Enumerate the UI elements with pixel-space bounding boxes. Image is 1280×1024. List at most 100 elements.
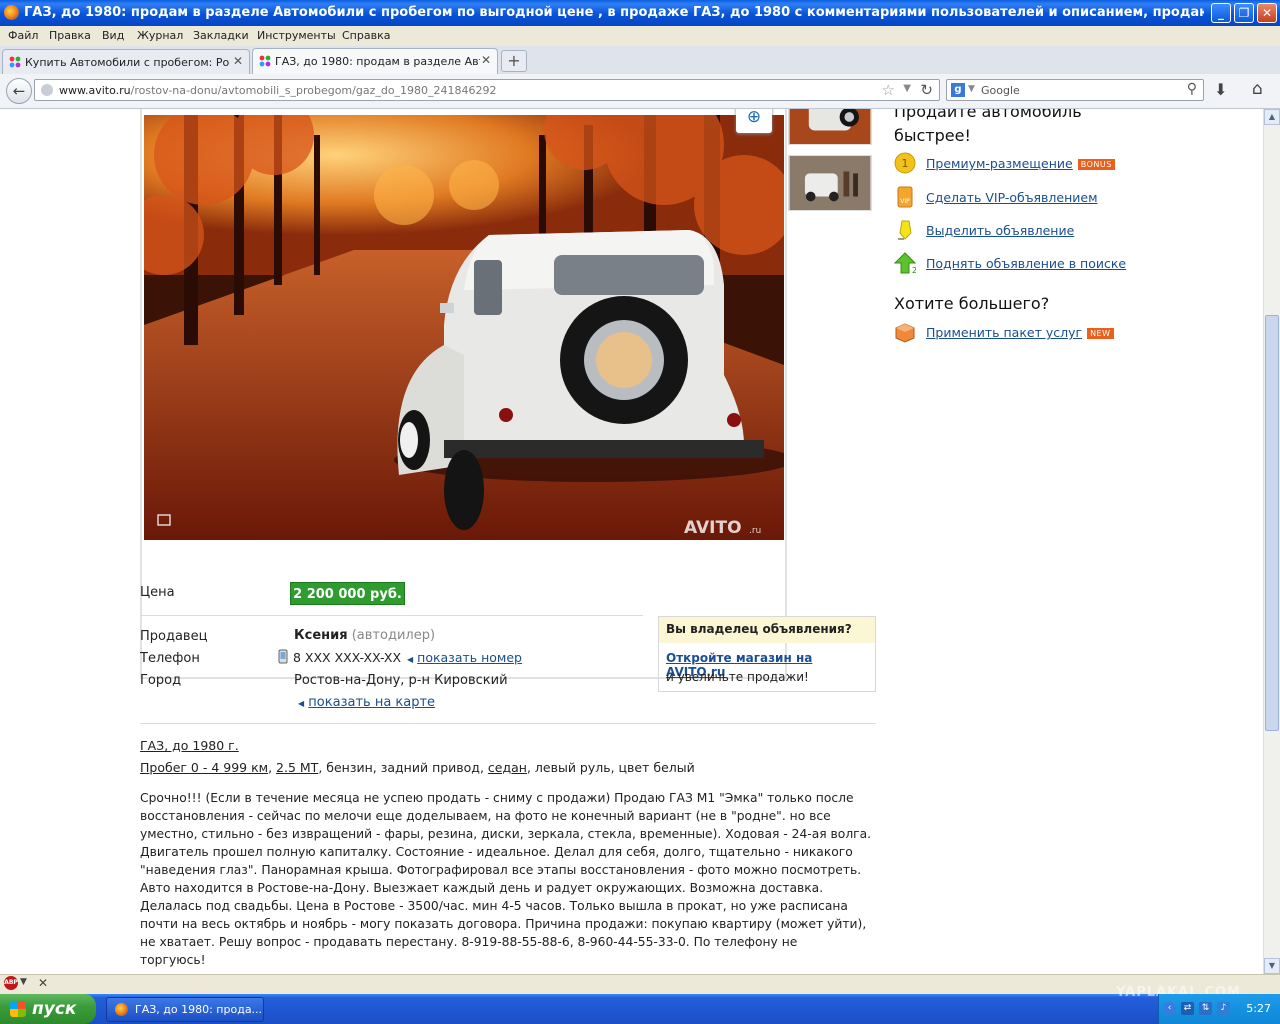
menu-edit[interactable]: Правка — [49, 29, 91, 42]
listing-title-link[interactable]: ГАЗ, до 1980 г. — [140, 738, 239, 753]
firefox-icon — [115, 1003, 128, 1016]
adblock-icon[interactable]: ABP — [4, 976, 18, 990]
description-line: восстановления - сейчас по мелочи еще до… — [140, 809, 831, 823]
url-bar[interactable]: www.avito.ru/rostov-na-donu/avtomobili_s… — [34, 79, 940, 101]
avito-favicon-icon — [259, 55, 271, 67]
divider — [140, 615, 643, 616]
photo-thumbnail[interactable] — [788, 155, 872, 211]
maximize-button[interactable]: ❐ — [1234, 3, 1254, 23]
window-title: ГАЗ, до 1980: продам в разделе Автомобил… — [24, 5, 1204, 20]
car-photo[interactable]: AVITO .ru — [144, 115, 784, 540]
show-number-link[interactable]: ◀ показать номер — [407, 650, 522, 665]
specs-line: Пробег 0 - 4 999 км, 2.5 MT, бензин, зад… — [140, 760, 695, 775]
tab-label: Купить Автомобили с пробегом: Росси... — [25, 56, 230, 69]
taskbar-item-firefox[interactable]: ГАЗ, до 1980: прода... — [106, 997, 264, 1022]
seller-label: Продавец — [140, 629, 208, 644]
menu-view[interactable]: Вид — [102, 29, 124, 42]
tab-label: ГАЗ, до 1980: продам в разделе Автом... — [275, 55, 480, 68]
new-badge: NEW — [1087, 328, 1114, 339]
window-title-bar[interactable]: ГАЗ, до 1980: продам в разделе Автомобил… — [0, 0, 1280, 26]
minimize-button[interactable]: _ — [1211, 3, 1231, 23]
tab-close-icon[interactable]: ✕ — [233, 54, 243, 68]
photo-watermark: AVITO — [684, 518, 742, 538]
city-label: Город — [140, 673, 182, 688]
price-label: Цена — [140, 585, 175, 600]
scrollbar-thumb[interactable] — [1265, 315, 1279, 731]
phone-icon — [278, 649, 288, 664]
firefox-icon — [4, 5, 19, 20]
bonus-badge: BONUS — [1077, 159, 1115, 170]
sidebar-more-title: Хотите большего? — [894, 294, 1050, 313]
home-icon[interactable]: ⌂ — [1252, 79, 1263, 99]
highlighter-icon — [898, 220, 912, 240]
reload-icon[interactable]: ↻ — [920, 81, 933, 99]
history-dropdown-icon[interactable]: ▼ — [903, 83, 911, 94]
vertical-scrollbar[interactable]: ▲ ▼ — [1263, 109, 1280, 974]
menu-tools[interactable]: Инструменты — [257, 29, 336, 42]
description-line: Делалась под свадьбы. Цена в Ростове - 3… — [140, 899, 848, 913]
bookmark-star-icon[interactable]: ☆ — [882, 81, 895, 99]
search-input[interactable]: Google — [981, 84, 1020, 97]
description-line: торгуюсь! — [140, 953, 206, 967]
tab-gaz-listing[interactable]: ГАЗ, до 1980: продам в разделе Автом... … — [252, 48, 498, 74]
google-engine-icon[interactable]: g — [951, 83, 965, 97]
site-identity-icon[interactable] — [41, 84, 53, 96]
description-line: почти на весь октябрь и ноябрь - могу по… — [140, 917, 867, 931]
sidebar-title-line1: Продайте автомобиль — [894, 109, 1082, 121]
photo-watermark-suffix: .ru — [749, 526, 761, 536]
arrow-up-icon: 2 — [894, 252, 916, 274]
body-type-link[interactable]: седан — [488, 760, 527, 775]
package-icon — [895, 323, 915, 343]
avito-favicon-icon — [9, 56, 21, 68]
triangle-left-icon: ◀ — [407, 655, 414, 664]
safely-remove-icon[interactable]: ⇅ — [1199, 1002, 1212, 1015]
tab-avito-list[interactable]: Купить Автомобили с пробегом: Росси... ✕ — [2, 49, 250, 74]
network-icon[interactable]: ⇄ — [1181, 1002, 1194, 1015]
price-value: 2 200 000 руб. — [290, 582, 405, 605]
svg-text:VIP: VIP — [900, 198, 910, 205]
close-addon-bar-icon[interactable]: ✕ — [38, 976, 48, 990]
divider — [140, 723, 876, 724]
description-line: уместно, стильно - без извращений - фары… — [140, 827, 872, 841]
menu-help[interactable]: Справка — [342, 29, 390, 42]
seller-info: Ксения (автодилер) — [294, 628, 435, 643]
menu-bookmarks[interactable]: Закладки — [193, 29, 249, 42]
system-tray: ‹ ⇄ ⇅ ♪ 5:27 — [1158, 994, 1280, 1024]
description: Срочно!!! (Если в течение месяца не успе… — [140, 789, 876, 969]
search-icon[interactable]: ⚲ — [1187, 81, 1197, 97]
zoom-photo-icon[interactable]: ⊕ — [736, 109, 772, 133]
downloads-icon[interactable]: ⬇ — [1214, 80, 1227, 99]
menu-bar: Файл Правка Вид Журнал Закладки Инструме… — [0, 26, 1280, 47]
tray-arrow-icon[interactable]: ‹ — [1163, 1002, 1176, 1015]
phone-number: 8 XXX XXX-XX-XX — [293, 650, 402, 665]
search-bar[interactable]: g ▼ Google ⚲ — [946, 79, 1204, 101]
page-content: AVITO .ru ⊕ Цена 2 200 000 руб. Продавец… — [0, 109, 1263, 974]
clock: 5:27 — [1246, 1002, 1271, 1015]
phone-label: Телефон — [140, 651, 200, 666]
scroll-up-icon[interactable]: ▲ — [1264, 109, 1280, 125]
owner-box-text: и увеличьте продажи! — [666, 670, 809, 684]
engine-link[interactable]: 2.5 MT — [276, 760, 318, 775]
menu-file[interactable]: Файл — [8, 29, 38, 42]
seller-name: Ксения — [294, 628, 348, 643]
tab-close-icon[interactable]: ✕ — [481, 53, 491, 67]
description-line: "наведения глаз". Панорамная крыша. Фото… — [140, 863, 862, 877]
triangle-left-icon: ◀ — [298, 699, 305, 708]
volume-icon[interactable]: ♪ — [1217, 1002, 1230, 1015]
mileage-link[interactable]: Пробег 0 - 4 999 км — [140, 760, 268, 775]
close-window-button[interactable]: ✕ — [1257, 3, 1277, 23]
scroll-down-icon[interactable]: ▼ — [1264, 958, 1280, 974]
start-button[interactable]: пуск — [0, 994, 96, 1024]
photo-thumbnail[interactable] — [788, 109, 872, 145]
adblock-dropdown-icon[interactable]: ▼ — [20, 977, 27, 987]
vip-icon: VIP — [897, 186, 913, 208]
description-line: Срочно!!! (Если в течение месяца не успе… — [140, 791, 854, 805]
show-map-link[interactable]: ◀ показать на карте — [298, 695, 435, 710]
city-value: Ростов-на-Дону, р-н Кировский — [294, 673, 508, 688]
seller-type: (автодилер) — [351, 628, 436, 643]
menu-history[interactable]: Журнал — [137, 29, 183, 42]
new-tab-button[interactable]: + — [501, 50, 527, 72]
engine-dropdown-icon[interactable]: ▼ — [968, 84, 975, 94]
back-button[interactable]: ← — [6, 78, 32, 104]
description-line: Авто находится в Ростове-на-Дону. Выезжа… — [140, 881, 824, 895]
